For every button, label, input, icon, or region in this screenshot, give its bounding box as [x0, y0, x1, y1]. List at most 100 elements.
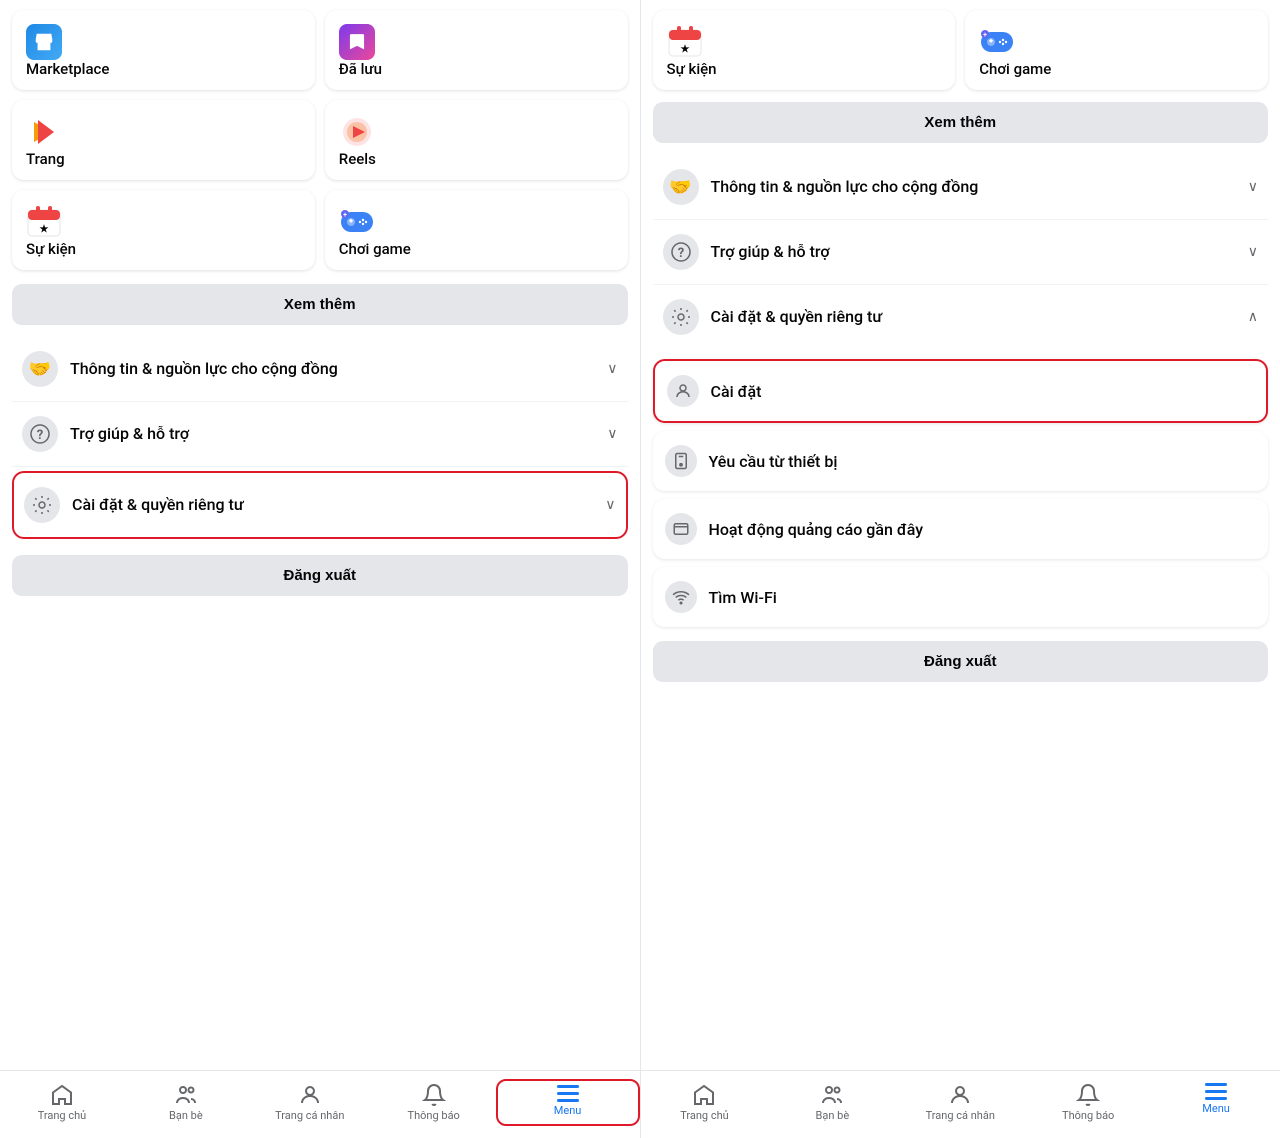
ad-label: Hoạt động quảng cáo gần đây: [709, 520, 924, 539]
right-hamburger-line-2: [1205, 1090, 1227, 1093]
right-help-chevron: ∨: [1248, 244, 1258, 260]
right-events-item[interactable]: ★ Sự kiện: [653, 10, 956, 90]
right-community-label: Thông tin & nguồn lực cho cộng đồng: [711, 177, 1240, 198]
wifi-icon: [665, 581, 697, 613]
menu-item-help[interactable]: ? Trợ giúp & hỗ trợ ∨: [12, 402, 628, 467]
right-nav-home[interactable]: Trang chủ: [641, 1079, 769, 1126]
community-chevron: ∨: [607, 361, 617, 377]
right-games-icon: +: [979, 24, 1015, 60]
hamburger-line-1: [557, 1085, 579, 1088]
nav-notifications[interactable]: Thông báo: [372, 1079, 496, 1126]
page-icon: [26, 114, 62, 150]
saved-icon: [339, 24, 375, 60]
right-settings-icon: [663, 299, 699, 335]
logout-button[interactable]: Đăng xuất: [12, 555, 628, 596]
right-menu-icon: [1205, 1083, 1227, 1100]
right-nav-friends-label: Bạn bè: [816, 1109, 850, 1122]
home-icon: [50, 1083, 74, 1107]
menu-icon: [557, 1085, 579, 1102]
saved-label: Đã lưu: [339, 60, 382, 78]
help-chevron: ∨: [607, 426, 617, 442]
right-logout-button[interactable]: Đăng xuất: [653, 641, 1269, 682]
see-more-button[interactable]: Xem thêm: [12, 284, 628, 325]
caidat-label: Cài đặt: [711, 382, 762, 401]
right-menu-item-community[interactable]: 🤝 Thông tin & nguồn lực cho cộng đồng ∨: [653, 155, 1269, 220]
right-nav-friends[interactable]: Bạn bè: [768, 1079, 896, 1126]
right-games-label: Chơi game: [979, 60, 1051, 78]
svg-text:★: ★: [40, 224, 49, 235]
nav-home[interactable]: Trang chủ: [0, 1079, 124, 1126]
sub-item-caidat[interactable]: Cài đặt: [653, 359, 1269, 423]
right-nav-profile[interactable]: Trang cá nhân: [896, 1079, 1024, 1126]
nav-menu-active[interactable]: Menu: [496, 1079, 640, 1126]
right-see-more-button[interactable]: Xem thêm: [653, 102, 1269, 143]
right-partial-top: ★ Sự kiện: [641, 0, 1280, 98]
nav-friends[interactable]: Bạn bè: [124, 1079, 248, 1126]
nav-profile[interactable]: Trang cá nhân: [248, 1079, 372, 1126]
hamburger-line-2: [557, 1092, 579, 1095]
bell-icon: [422, 1083, 446, 1107]
right-bottom-nav: Trang chủ Bạn bè Trang cá nhân: [641, 1070, 1280, 1138]
nav-home-label: Trang chủ: [38, 1109, 87, 1122]
shortcut-reels[interactable]: Reels: [325, 100, 628, 180]
right-events-label: Sự kiện: [667, 60, 717, 78]
right-games-item[interactable]: + Chơi game: [965, 10, 1268, 90]
community-icon: 🤝: [22, 351, 58, 387]
svg-text:?: ?: [37, 428, 43, 443]
nav-menu-label: Menu: [554, 1104, 582, 1117]
right-menu-item-settings[interactable]: Cài đặt & quyền riêng tư ∧: [653, 285, 1269, 349]
right-scroll[interactable]: ★ Sự kiện: [641, 0, 1280, 1070]
left-scroll[interactable]: Marketplace Đã lưu: [0, 0, 640, 1070]
hamburger-line-3: [557, 1099, 579, 1102]
marketplace-icon: [26, 24, 62, 60]
right-nav-menu-label: Menu: [1202, 1102, 1230, 1115]
svg-text:+: +: [343, 211, 347, 219]
svg-text:+: +: [983, 31, 987, 39]
right-nav-profile-label: Trang cá nhân: [926, 1109, 995, 1122]
shortcut-marketplace[interactable]: Marketplace: [12, 10, 315, 90]
friends-icon: [174, 1083, 198, 1107]
right-nav-menu[interactable]: Menu: [1152, 1079, 1280, 1126]
right-home-icon: [692, 1083, 716, 1107]
shortcut-games[interactable]: + Chơi game: [325, 190, 628, 270]
shortcut-events[interactable]: ★ Sự kiện: [12, 190, 315, 270]
svg-text:?: ?: [677, 246, 683, 261]
right-settings-label: Cài đặt & quyền riêng tư: [711, 307, 1240, 328]
settings-sub-list: Cài đặt Yêu cầu từ thiết bị: [641, 353, 1280, 633]
help-icon: ?: [22, 416, 58, 452]
right-bell-icon: [1076, 1083, 1100, 1107]
nav-profile-label: Trang cá nhân: [275, 1109, 344, 1122]
profile-icon: [298, 1083, 322, 1107]
device-icon: [665, 445, 697, 477]
games-icon: +: [339, 204, 375, 240]
right-nav-notifications[interactable]: Thông báo: [1024, 1079, 1152, 1126]
reels-icon: [339, 114, 375, 150]
sub-item-wifi[interactable]: Tìm Wi-Fi: [653, 567, 1269, 627]
right-friends-icon: [820, 1083, 844, 1107]
caidat-icon: [667, 375, 699, 407]
settings-label: Cài đặt & quyền riêng tư: [72, 495, 597, 516]
right-panel: ★ Sự kiện: [641, 0, 1280, 1138]
community-label: Thông tin & nguồn lực cho cộng đồng: [70, 359, 599, 380]
shortcut-page[interactable]: Trang: [12, 100, 315, 180]
right-help-icon: ?: [663, 234, 699, 270]
right-nav-notifications-label: Thông báo: [1062, 1109, 1114, 1122]
menu-item-community[interactable]: 🤝 Thông tin & nguồn lực cho cộng đồng ∨: [12, 337, 628, 402]
sub-item-device[interactable]: Yêu cầu từ thiết bị: [653, 431, 1269, 491]
shortcut-saved[interactable]: Đã lưu: [325, 10, 628, 90]
nav-notifications-label: Thông báo: [408, 1109, 460, 1122]
events-label: Sự kiện: [26, 240, 76, 258]
device-label: Yêu cầu từ thiết bị: [709, 452, 838, 471]
right-community-chevron: ∨: [1248, 179, 1258, 195]
right-help-label: Trợ giúp & hỗ trợ: [711, 242, 1240, 263]
events-icon: ★: [26, 204, 62, 240]
shortcut-grid: Marketplace Đã lưu: [0, 0, 640, 280]
right-events-icon: ★: [667, 24, 703, 60]
right-settings-chevron: ∧: [1248, 309, 1258, 325]
right-nav-home-label: Trang chủ: [680, 1109, 729, 1122]
right-community-icon: 🤝: [663, 169, 699, 205]
right-menu-item-help[interactable]: ? Trợ giúp & hỗ trợ ∨: [653, 220, 1269, 285]
sub-item-ad[interactable]: Hoạt động quảng cáo gần đây: [653, 499, 1269, 559]
menu-item-settings[interactable]: Cài đặt & quyền riêng tư ∨: [12, 471, 628, 539]
right-menu-list: 🤝 Thông tin & nguồn lực cho cộng đồng ∨ …: [641, 151, 1280, 353]
